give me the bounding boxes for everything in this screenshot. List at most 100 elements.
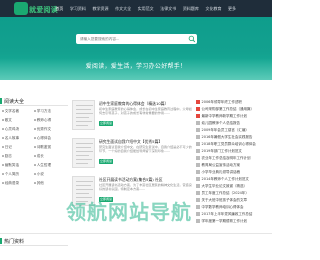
- bullet-icon: [2, 110, 4, 112]
- nav-item-legal[interactable]: 法律文书: [157, 0, 180, 17]
- hero-banner: 爱阅读，爱生活，学习办公好帮手！: [0, 17, 272, 80]
- category-link[interactable]: 日记: [2, 145, 12, 150]
- ranking-item[interactable]: 最新中学教师新学期工作计划: [196, 114, 272, 121]
- ranking-item[interactable]: 农业年工作总结及明年工作计划: [196, 156, 272, 163]
- article-thumbnail[interactable]: [72, 100, 95, 130]
- rank-badge: [196, 163, 200, 167]
- rank-badge: [196, 100, 200, 104]
- category-link[interactable]: 散文: [2, 118, 12, 123]
- hot-materials-panel: 热门资料: [0, 236, 68, 248]
- logo-mark: [14, 2, 28, 15]
- title-accent-bar: [0, 98, 2, 104]
- hot-materials-title: 热门资料: [4, 238, 25, 245]
- title-accent-bar: [0, 238, 2, 244]
- bullet-icon: [2, 128, 4, 130]
- top-nav-bar: 就爱阅读 首页 学习资料 教学资源 作文大全 实用范文 法律文书 资料题库 文化…: [0, 0, 272, 17]
- category-link[interactable]: 其他: [34, 181, 44, 186]
- article-summary: 初中生家庭教育的心得体会，成长在初中生家庭教育过程中，父母如何去引导孩子，对孩子…: [99, 107, 192, 116]
- ranking-item[interactable]: 2019年部门工作计划范文: [196, 149, 272, 156]
- read-now-button[interactable]: 立即阅读: [99, 121, 113, 126]
- article-card: 初中生家庭教育的心得体会（精选10篇） 初中生家庭教育的心得体会，成长在初中生家…: [72, 100, 194, 134]
- category-link[interactable]: 教师心得: [34, 118, 51, 123]
- read-now-button[interactable]: 立即阅读: [99, 159, 113, 164]
- rank-badge: [196, 121, 200, 125]
- category-link[interactable]: 励志: [2, 154, 12, 159]
- ranking-item[interactable]: 教育局公益宣传活动方案: [196, 163, 272, 170]
- article-card: 研究生面试自我介绍中文【优秀5篇】 研究生面试自我介绍中文，在研究生复试中，自我…: [72, 138, 194, 172]
- reading-nav-header: 阅读大全: [0, 96, 68, 106]
- search-icon[interactable]: [188, 35, 196, 43]
- nav-item-culture[interactable]: 文化教育: [202, 0, 225, 17]
- rank-badge: [196, 135, 200, 139]
- bullet-icon: [2, 173, 4, 175]
- category-link[interactable]: 小说: [34, 172, 44, 177]
- section-divider: [0, 233, 272, 234]
- rank-badge: [196, 191, 200, 195]
- hero-slogan: 爱阅读，爱生活，学习办公好帮手！: [85, 63, 187, 70]
- main-nav: 首页 学习资料 教学资源 作文大全 实用范文 法律文书 资料题库 文化教育 更多: [52, 0, 239, 17]
- ranking-item[interactable]: 2018年职工党员群众培训心得体会: [196, 142, 272, 149]
- nav-item-more[interactable]: 更多: [225, 0, 240, 17]
- bullet-icon: [34, 146, 36, 148]
- reading-nav-panel: 阅读大全 文学名著 学习方法 散文 教师心得 心灵鸡汤 优秀作文 名人故事 心得…: [0, 96, 68, 236]
- watermark-text: 领航网站导航: [66, 200, 192, 224]
- hot-materials-header: 热门资料: [0, 236, 68, 246]
- ranking-item[interactable]: 2009年年会员工感言（汇编）: [196, 128, 272, 135]
- bullet-icon: [34, 128, 36, 130]
- search-input[interactable]: [80, 34, 180, 44]
- bullet-icon: [34, 119, 36, 121]
- ranking-item[interactable]: 公司采购部第工作总结（通用篇）: [196, 107, 272, 114]
- category-link[interactable]: 名人故事: [2, 136, 19, 141]
- bullet-icon: [2, 137, 4, 139]
- bullet-icon: [2, 119, 4, 121]
- category-link[interactable]: 心得体会: [34, 136, 51, 141]
- ranking-item[interactable]: 2014年教师个人工作计划范文: [196, 177, 272, 184]
- rank-badge: [196, 128, 200, 132]
- category-link[interactable]: 成长: [34, 154, 44, 159]
- ranking-item[interactable]: 2006年领导年终工作述职: [196, 100, 272, 107]
- bullet-icon: [34, 173, 36, 175]
- article-thumbnail[interactable]: [72, 138, 95, 168]
- category-link[interactable]: 人生哲理: [34, 163, 51, 168]
- category-link[interactable]: 优秀作文: [34, 127, 51, 132]
- rank-badge: [196, 107, 200, 111]
- bullet-icon: [2, 164, 4, 166]
- bullet-icon: [34, 164, 36, 166]
- ranking-item[interactable]: 大学生毕业论文致谢（精选）: [196, 184, 272, 191]
- category-link[interactable]: 幽默笑话: [2, 163, 19, 168]
- rank-badge: [196, 156, 200, 160]
- nav-item-home[interactable]: 首页: [52, 0, 67, 17]
- article-summary: 社区开展读书活动方案，为了丰富社区居民的精神文化生活，营造良好的读书氛围，特制定…: [99, 183, 192, 192]
- nav-item-essays[interactable]: 作文大全: [112, 0, 135, 17]
- nav-item-questions[interactable]: 资料题库: [180, 0, 203, 17]
- rank-badge: [196, 142, 200, 146]
- ranking-item[interactable]: 幼儿园教师个人总结报告: [196, 121, 272, 128]
- rank-badge: [196, 149, 200, 153]
- nav-item-templates[interactable]: 实用范文: [134, 0, 157, 17]
- bullet-icon: [34, 110, 36, 112]
- ranking-item[interactable]: 2016年暑假大学生社会实践报告: [196, 135, 272, 142]
- ranking-item[interactable]: 小学毕业典礼领导讲话稿: [196, 170, 272, 177]
- search-box: [76, 34, 197, 44]
- bullet-icon: [2, 146, 4, 148]
- bullet-icon: [2, 155, 4, 157]
- site-logo[interactable]: 就爱阅读: [14, 2, 58, 15]
- category-link[interactable]: 心灵鸡汤: [2, 127, 19, 132]
- nav-item-study[interactable]: 学习资料: [67, 0, 90, 17]
- rank-badge: [196, 170, 200, 174]
- bullet-icon: [34, 137, 36, 139]
- rank-badge: [196, 114, 200, 118]
- nav-item-teaching[interactable]: 教学资源: [89, 0, 112, 17]
- category-link[interactable]: 文学名著: [2, 109, 19, 114]
- rank-badge: [196, 184, 200, 188]
- article-summary: 研究生面试自我介绍中文，在研究生复试中，自我介绍是必不可少的环节，一个好的自我介…: [99, 145, 192, 154]
- category-link[interactable]: 诗歌鉴赏: [34, 145, 51, 150]
- rank-badge: [196, 177, 200, 181]
- bullet-icon: [34, 182, 36, 184]
- bullet-icon: [34, 155, 36, 157]
- category-link[interactable]: 个人简历: [2, 172, 19, 177]
- category-link[interactable]: 学习方法: [34, 109, 51, 114]
- bullet-icon: [2, 182, 4, 184]
- category-link[interactable]: 经典语录: [2, 181, 19, 186]
- reading-nav-title: 阅读大全: [4, 98, 25, 105]
